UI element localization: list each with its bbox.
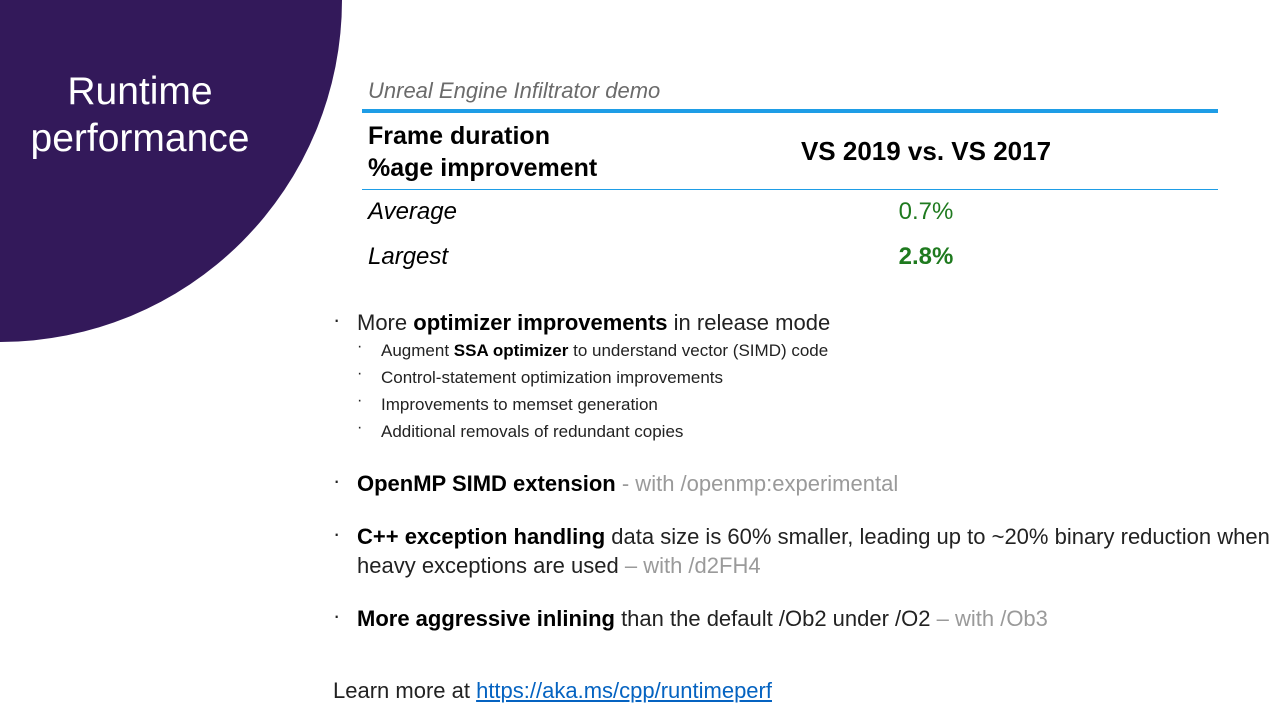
bullet-dim: – with /Ob3 [930,606,1048,631]
sub-bullet-ssa: Augment SSA optimizer to understand vect… [333,333,1273,364]
bullet-strong: optimizer improvements [413,310,668,335]
table-header-right: VS 2019 vs. VS 2017 [800,136,1052,166]
slide-title-line1: Runtime [67,70,213,113]
table-top-rule [362,109,1218,113]
table-caption: Unreal Engine Infiltrator demo [368,78,661,103]
table-row-largest-value: 2.8% [898,243,954,270]
bullet-openmp: OpenMP SIMD extension - with /openmp:exp… [333,466,1273,498]
bullet-exception-handling: C++ exception handling data size is 60% … [333,519,1273,580]
sub-bullet-text: Augment [381,341,454,360]
bullet-optimizer: More optimizer improvements in release m… [333,305,1273,337]
bullet-inlining: More aggressive inlining than the defaul… [333,601,1273,633]
slide-title-line2: performance [30,117,250,160]
bullet-dim: – with /d2FH4 [618,553,761,578]
table-header-left-line1: Frame duration [368,122,550,150]
bullet-list: More optimizer improvements in release m… [333,305,1273,633]
bullet-strong: More aggressive inlining [357,606,615,631]
table-header-rule [362,189,1218,190]
slide-title: Runtime performance [0,68,280,162]
learn-more-text: Learn more at [333,678,477,703]
sub-bullet-memset: Improvements to memset generation [333,387,1273,418]
table-row-average-value: 0.7% [898,198,954,225]
table-row-largest-label: Largest [368,243,449,270]
title-corner-shape [0,0,345,345]
sub-bullet-redundant-copies: Additional removals of redundant copies [333,414,1273,445]
bullet-text: in release mode [667,310,831,335]
bullet-dim: - with /openmp:experimental [615,471,899,496]
table-header-left-line2: %age improvement [368,154,598,182]
table-row-average-label: Average [368,198,457,225]
bullet-strong: OpenMP SIMD extension [357,471,616,496]
bullet-text: More [357,310,414,335]
sub-bullet-strong: SSA optimizer [453,341,569,360]
runtimeperf-link[interactable]: https://aka.ms/cpp/runtimeperf [476,678,772,703]
bullet-strong: C++ exception handling [357,524,606,549]
sub-bullet-control-statement: Control-statement optimization improveme… [333,360,1273,391]
table-header-left: Frame duration %age improvement [368,120,597,184]
learn-more: Learn more at https://aka.ms/cpp/runtime… [333,678,772,704]
sub-bullet-text: to understand vector (SIMD) code [568,341,829,360]
bullet-text: than the default /Ob2 under /O2 [614,606,931,631]
